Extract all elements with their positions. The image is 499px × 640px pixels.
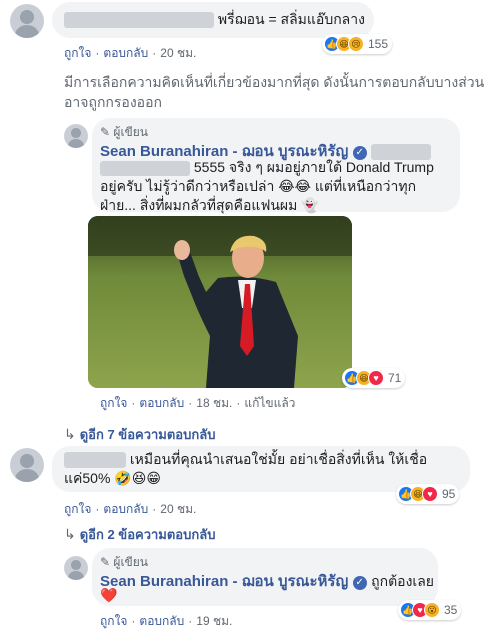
verified-icon: ✓ — [352, 576, 367, 590]
wow-icon: 😮 — [424, 602, 440, 618]
reply-text-line2: อยู่ครับ ไม่รู้ว่าดีกว่าหรือเปล่า 😂😂 แต่… — [100, 178, 417, 194]
like-button[interactable]: ถูกใจ — [100, 396, 127, 410]
view-more-replies-link[interactable]: ↳ ดูอีก 2 ข้อความตอบกลับ — [64, 524, 215, 545]
reaction-summary[interactable]: 👍 😆 ♥ 71 — [342, 368, 406, 388]
timestamp[interactable]: 20 ชม. — [160, 502, 196, 516]
reaction-summary[interactable]: 👍 ♥ 😮 35 — [398, 600, 462, 620]
author-avatar[interactable] — [64, 124, 88, 148]
reply-button[interactable]: ตอบกลับ — [139, 396, 184, 410]
blurred-mention — [100, 160, 190, 176]
like-button[interactable]: ถูกใจ — [100, 614, 127, 628]
timestamp[interactable]: 18 ชม. — [196, 396, 232, 410]
like-button[interactable]: ถูกใจ — [64, 46, 91, 60]
reply-arrow-icon: ↳ — [64, 426, 76, 442]
view-more-label: ดูอีก 7 ข้อความตอบกลับ — [79, 427, 216, 442]
edited-label[interactable]: แก้ไขแล้ว — [244, 396, 295, 410]
love-icon: ♥ — [368, 370, 384, 386]
reply-button[interactable]: ตอบกลับ — [103, 502, 148, 516]
reply-bubble: ✎ ผู้เขียน Sean Buranahiran - ฌอน บูรณะห… — [92, 118, 460, 213]
reply-bubble: ✎ ผู้เขียน Sean Buranahiran - ฌอน บูรณะห… — [92, 548, 438, 606]
reply-actions: ถูกใจ · ตอบกลับ · 18 ชม. · แก้ไขแล้ว — [100, 396, 296, 410]
view-more-replies-link[interactable]: ↳ ดูอีก 7 ข้อความตอบกลับ — [64, 424, 215, 445]
comment-actions: ถูกใจ · ตอบกลับ · 20 ชม. — [64, 502, 197, 516]
timestamp[interactable]: 20 ชม. — [160, 46, 196, 60]
author-tag-label: ผู้เขียน — [113, 125, 148, 139]
pencil-icon: ✎ — [100, 125, 111, 139]
blurred-commenter-name — [64, 12, 214, 29]
reply-text-line3: ฝ่าย... สิ่งที่ผมกลัวที่สุดคือแฟนผม 👻 — [100, 197, 319, 213]
comment-text: พรี่ฌอน = สลิ่มแอ๊บกลาง — [217, 11, 365, 27]
comment-text-line1: เหมือนที่คุณนำเสนอใช่มั้ย อย่าเชื่อสิ่งท… — [129, 451, 428, 467]
reaction-count: 95 — [442, 487, 456, 501]
reply-arrow-icon: ↳ — [64, 526, 76, 542]
love-icon: ♥ — [422, 486, 438, 502]
pencil-icon: ✎ — [100, 555, 111, 569]
reaction-count: 155 — [368, 37, 389, 51]
author-avatar[interactable] — [64, 556, 88, 580]
reaction-count: 71 — [388, 371, 402, 385]
attached-photo[interactable] — [88, 216, 352, 388]
like-button[interactable]: ถูกใจ — [64, 502, 91, 516]
reply-text-line1: 5555 จริง ๆ ผมอยู่ภายใต้ Donald Trump — [193, 159, 434, 175]
view-more-label: ดูอีก 2 ข้อความตอบกลับ — [79, 527, 216, 542]
filter-notice: มีการเลือกความคิดเห็นที่เกี่ยวข้องมากที่… — [64, 74, 485, 110]
reply-button[interactable]: ตอบกลับ — [139, 614, 184, 628]
comment-actions: ถูกใจ · ตอบกลับ · 20 ชม. — [64, 46, 197, 60]
timestamp[interactable]: 19 ชม. — [196, 614, 232, 628]
sad-icon: 😢 — [348, 36, 364, 52]
reply-text-line2: ❤️ — [100, 587, 118, 603]
reaction-summary[interactable]: 👍 😆 😢 155 — [322, 34, 393, 54]
reply-text: ถูกต้องเลย — [371, 573, 434, 589]
author-tag-label: ผู้เขียน — [113, 555, 148, 569]
reply-button[interactable]: ตอบกลับ — [103, 46, 148, 60]
reaction-summary[interactable]: 👍 😆 ♥ 95 — [396, 484, 460, 504]
author-name[interactable]: Sean Buranahiran - ฌอน บูรณะหิรัญ — [100, 573, 348, 590]
comment-bubble: พรี่ฌอน = สลิ่มแอ๊บกลาง — [52, 2, 374, 38]
photo-image — [88, 216, 352, 388]
avatar[interactable] — [10, 448, 44, 482]
reply-actions: ถูกใจ · ตอบกลับ · 19 ชม. — [100, 614, 233, 628]
reaction-count: 35 — [444, 603, 458, 617]
avatar[interactable] — [10, 4, 44, 38]
blurred-commenter-name — [64, 452, 126, 469]
